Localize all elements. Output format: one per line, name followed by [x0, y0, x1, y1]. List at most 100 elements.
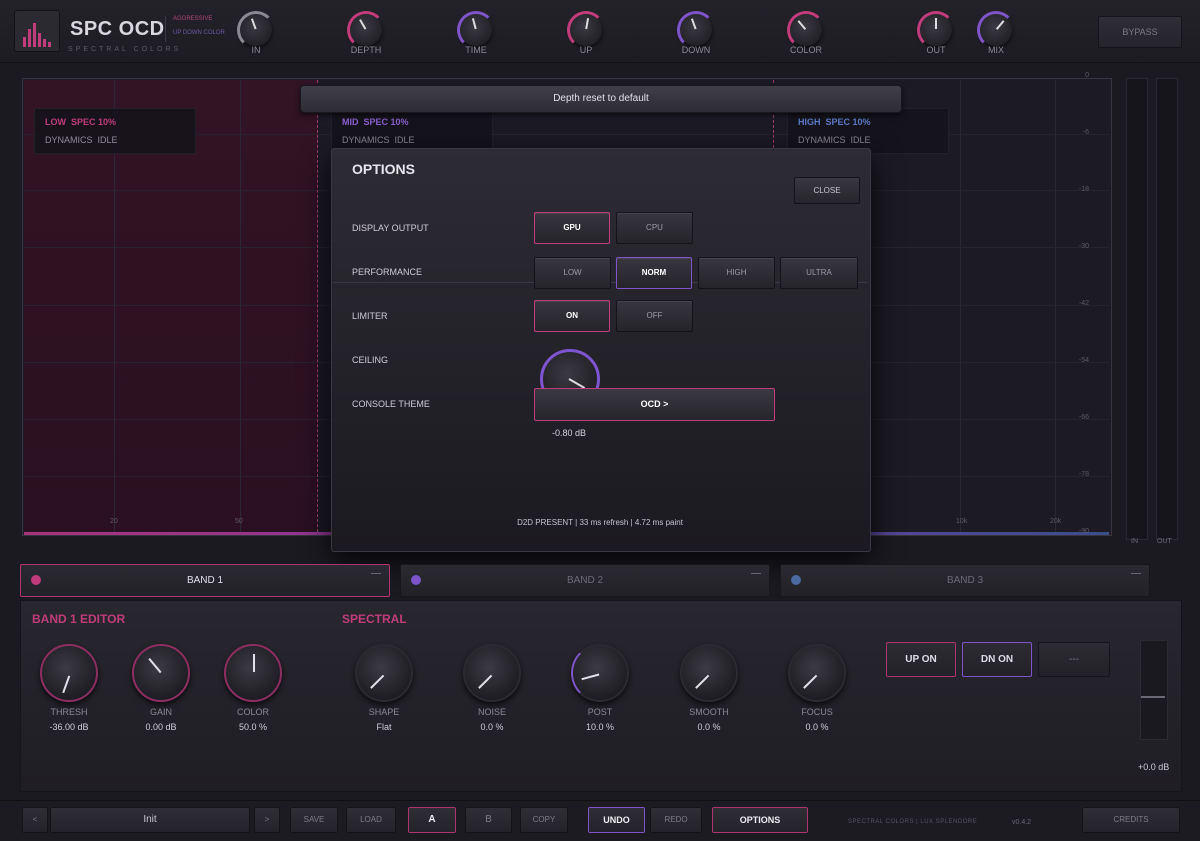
- bypass-button[interactable]: BYPASS: [1098, 16, 1182, 48]
- band-name: HIGH: [798, 117, 821, 127]
- display-cpu-button[interactable]: CPU: [616, 212, 693, 244]
- gain-knob[interactable]: [132, 644, 190, 702]
- knob-ring: [977, 11, 1015, 49]
- db-tick-label: -90: [1078, 528, 1089, 535]
- color-knob[interactable]: [224, 644, 282, 702]
- up-knob[interactable]: [567, 11, 605, 49]
- fader-handle[interactable]: [1141, 696, 1165, 698]
- close-button[interactable]: CLOSE: [794, 177, 860, 204]
- tab-band-3[interactable]: BAND 3: [780, 564, 1150, 597]
- dynamics-state: IDLE: [97, 135, 118, 145]
- limiter-label: LIMITER: [352, 311, 388, 321]
- noise-label: NOISE: [477, 707, 506, 717]
- output-fader[interactable]: [1140, 640, 1168, 740]
- smooth-value: 0.0 %: [697, 722, 721, 732]
- limiter-on-button[interactable]: ON: [534, 300, 610, 332]
- band-1-dot: [31, 575, 41, 585]
- next-preset-button[interactable]: >: [254, 807, 280, 833]
- spectral-title: SPECTRAL: [342, 612, 407, 626]
- in-knob-label: IN: [251, 45, 261, 55]
- smooth-knob[interactable]: [680, 644, 738, 702]
- tab-band-1[interactable]: BAND 1: [20, 564, 390, 597]
- footer-brand: SPECTRAL COLORS | LUX SPLENDORE: [848, 819, 978, 825]
- logo-icon: [14, 10, 60, 52]
- extra-button[interactable]: ---: [1038, 642, 1110, 677]
- copy-button[interactable]: COPY: [520, 807, 568, 833]
- down-knob[interactable]: [677, 11, 715, 49]
- options-dialog: [331, 148, 871, 552]
- knob-ring: [457, 11, 495, 49]
- options-button[interactable]: OPTIONS: [712, 807, 808, 833]
- menu-icon[interactable]: [751, 573, 761, 574]
- knob-pointer: [370, 674, 385, 689]
- db-tick-label: -42: [1078, 300, 1089, 307]
- prev-preset-button[interactable]: <: [22, 807, 48, 833]
- tab-band-2[interactable]: BAND 2: [400, 564, 770, 597]
- color-label: COLOR: [236, 707, 269, 717]
- shape-value: Flat: [376, 722, 392, 732]
- knob-pointer: [581, 673, 600, 681]
- shape-knob[interactable]: [355, 644, 413, 702]
- console-theme-button[interactable]: OCD >: [534, 388, 775, 421]
- slot-b-button[interactable]: B: [465, 807, 512, 833]
- time-knob-label: TIME: [465, 45, 487, 55]
- menu-icon[interactable]: [1131, 573, 1141, 574]
- color-knob-label: COLOR: [789, 45, 822, 55]
- slot-a-button[interactable]: A: [408, 807, 456, 833]
- render-stats: D2D PRESENT | 33 ms refresh | 4.72 ms pa…: [517, 518, 683, 527]
- knob-ring: [917, 11, 955, 49]
- knob-ring: [567, 11, 605, 49]
- depth-knob[interactable]: [347, 11, 385, 49]
- gain-value: 0.00 dB: [145, 722, 177, 732]
- performance-norm-button[interactable]: NORM: [616, 257, 692, 289]
- smooth-label: SMOOTH: [689, 707, 729, 717]
- preset-name[interactable]: Init: [50, 807, 250, 833]
- in-knob[interactable]: [237, 11, 275, 49]
- noise-knob[interactable]: [463, 644, 521, 702]
- knob-pointer: [148, 658, 162, 674]
- knob-pointer: [695, 674, 710, 689]
- knob-pointer: [935, 18, 937, 29]
- title-divider: [165, 16, 166, 42]
- display-gpu-button[interactable]: GPU: [534, 212, 610, 244]
- db-tick-label: -54: [1078, 357, 1089, 364]
- thresh-knob[interactable]: [40, 644, 98, 702]
- band-name: MID: [342, 117, 359, 127]
- redo-button[interactable]: REDO: [650, 807, 702, 833]
- dn-on-button[interactable]: DN ON: [962, 642, 1032, 677]
- db-tick-label: -18: [1078, 186, 1089, 193]
- mix-knob[interactable]: [977, 11, 1015, 49]
- load-button[interactable]: LOAD: [346, 807, 396, 833]
- shape-label: SHAPE: [368, 707, 400, 717]
- knob-pointer: [803, 674, 818, 689]
- save-button[interactable]: SAVE: [290, 807, 338, 833]
- credits-button[interactable]: CREDITS: [1082, 807, 1180, 833]
- limiter-off-button[interactable]: OFF: [616, 300, 693, 332]
- focus-knob[interactable]: [788, 644, 846, 702]
- color-knob[interactable]: [787, 11, 825, 49]
- mode-tag-top: AGGRESSIVE: [173, 16, 213, 22]
- post-knob[interactable]: [571, 644, 629, 702]
- hz-tick-label: 50: [235, 518, 243, 525]
- thresh-label: THRESH: [50, 707, 88, 717]
- undo-button[interactable]: UNDO: [588, 807, 645, 833]
- up-on-button[interactable]: UP ON: [886, 642, 956, 677]
- time-knob[interactable]: [457, 11, 495, 49]
- tab-label: BAND 2: [566, 575, 604, 586]
- menu-icon[interactable]: [371, 573, 381, 574]
- out-knob-label: OUT: [926, 45, 946, 55]
- low-mid-crossover[interactable]: [317, 80, 319, 532]
- band-spec: SPEC 10%: [363, 117, 409, 127]
- knob-ring: [677, 11, 715, 49]
- performance-ultra-button[interactable]: ULTRA: [780, 257, 858, 289]
- gain-label: GAIN: [149, 707, 172, 717]
- output-meter: [1156, 78, 1178, 540]
- low-band-info: LOW SPEC 10% DYNAMICS IDLE: [34, 108, 196, 154]
- knob-pointer: [478, 674, 493, 689]
- version-label: v0.4.2: [1012, 819, 1032, 826]
- out-knob[interactable]: [917, 11, 955, 49]
- performance-low-button[interactable]: LOW: [534, 257, 611, 289]
- band-3-dot: [791, 575, 801, 585]
- band-2-dot: [411, 575, 421, 585]
- performance-high-button[interactable]: HIGH: [698, 257, 775, 289]
